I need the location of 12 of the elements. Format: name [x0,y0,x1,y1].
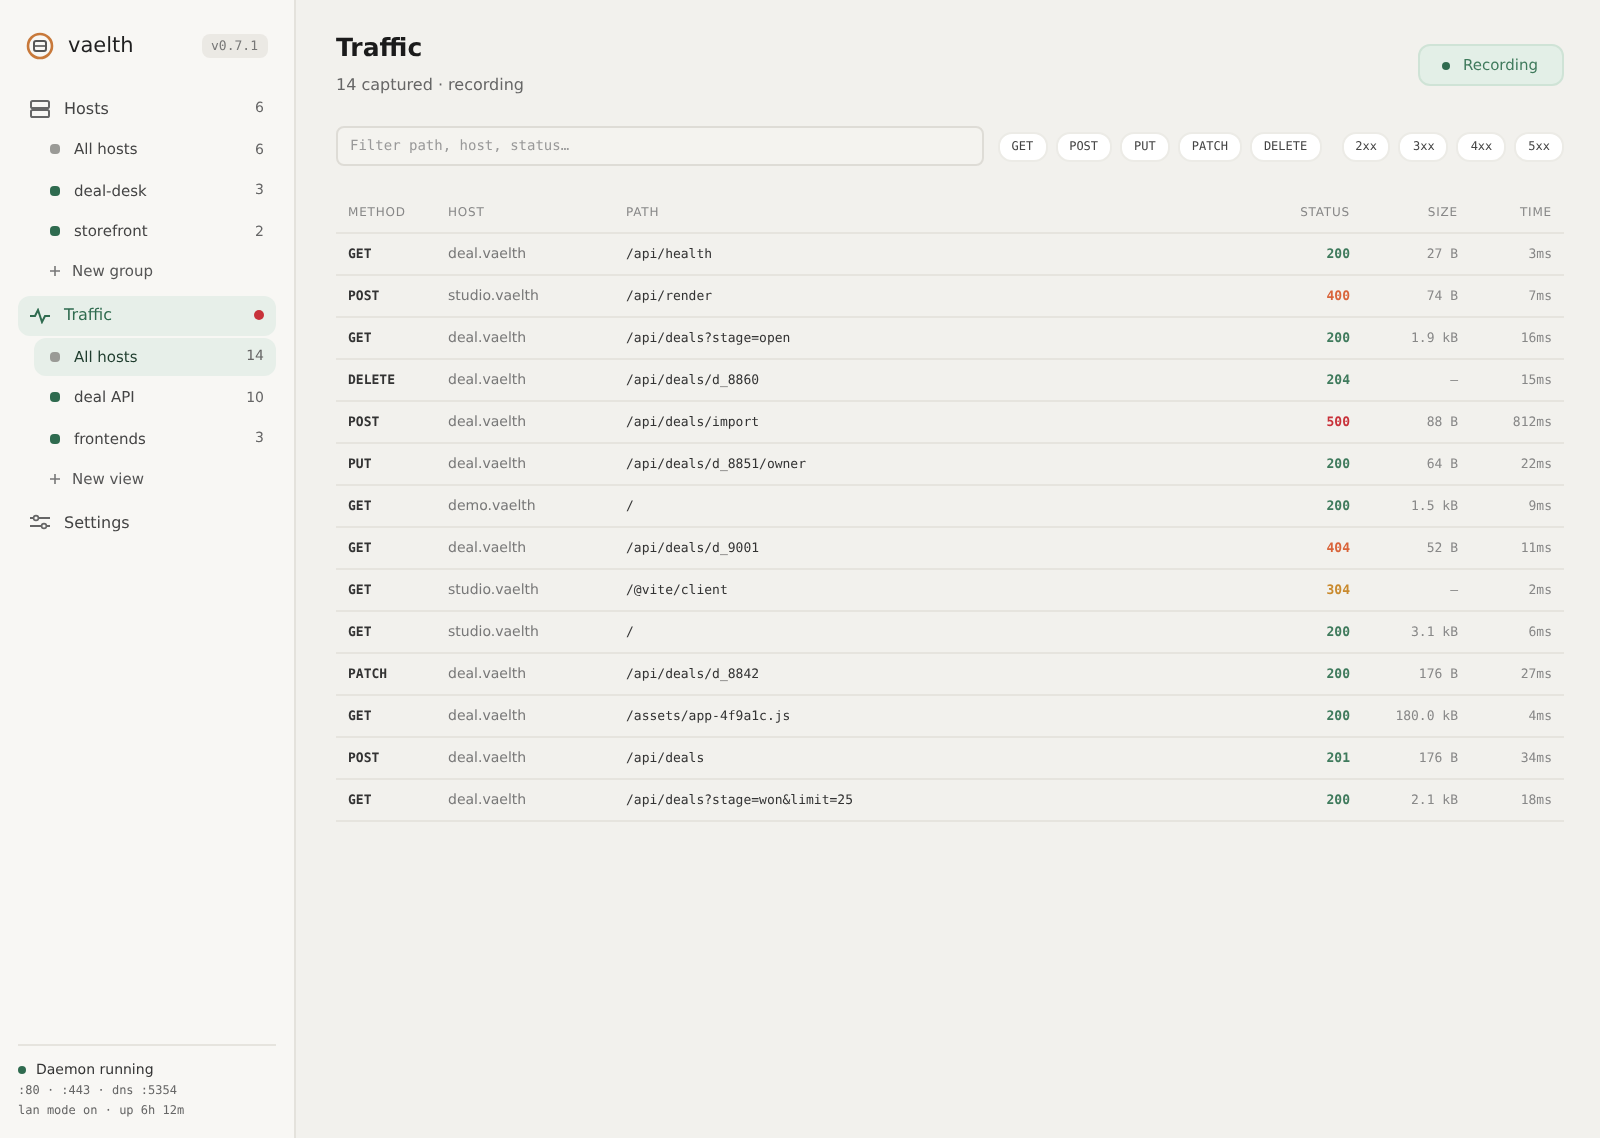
page-title: Traffic [336,32,425,62]
plus-icon [50,266,60,276]
logo-icon [26,32,54,60]
nav-item[interactable]: Settings [18,502,276,542]
page-subtitle: 14 captured · recording [336,76,524,94]
alert-dot [254,310,264,320]
server-icon [30,99,50,117]
plus-icon [50,473,60,483]
nav-item[interactable]: Traffic [18,295,276,335]
pulse-icon [30,307,50,323]
app-name: vaelth [68,34,136,58]
sliders-icon [30,514,50,530]
